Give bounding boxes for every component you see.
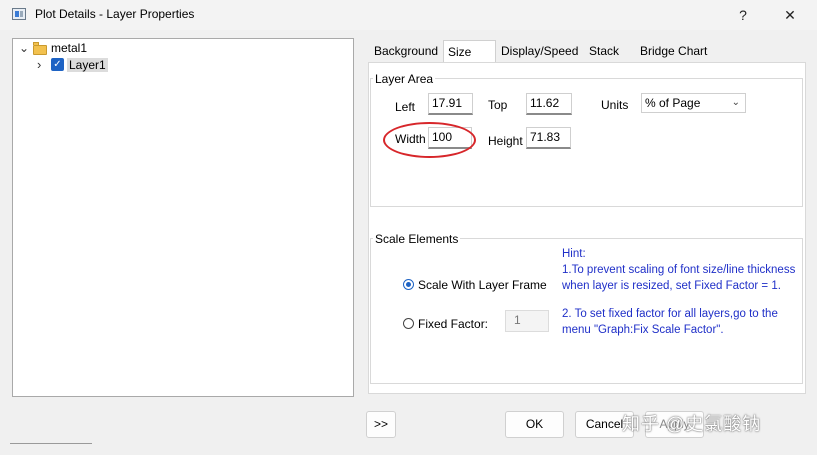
watermark-text: 知乎 @史氯酸钠 [622, 414, 762, 434]
annotation-ring [383, 122, 476, 158]
left-label: Left [395, 100, 416, 114]
window-title: Plot Details - Layer Properties [35, 7, 195, 21]
left-input[interactable]: 17.91 [428, 93, 473, 115]
hint-line-1: 1.To prevent scaling of font size/line t… [562, 264, 796, 292]
top-label: Top [488, 98, 508, 112]
tree-root-label[interactable]: metal1 [51, 41, 87, 55]
plot-details-dialog: Plot Details - Layer Properties ? ✕ ⌄ me… [0, 0, 817, 455]
tab-bridge-chart[interactable]: Bridge Chart [636, 40, 711, 62]
help-button[interactable]: ? [730, 3, 756, 27]
chevron-down-icon: ⌄ [731, 97, 740, 108]
units-label: Units [601, 98, 629, 112]
layer-area-label: Layer Area [373, 72, 436, 86]
folder-icon [33, 42, 47, 55]
child-expand-icon[interactable]: › [37, 57, 41, 72]
height-label: Height [488, 134, 523, 148]
units-select[interactable]: % of Page ⌄ [641, 93, 746, 113]
fixed-factor-input[interactable]: 1 [505, 310, 549, 332]
fixed-factor-radio[interactable] [403, 318, 414, 329]
units-value: % of Page [645, 96, 701, 110]
root-expand-icon[interactable]: ⌄ [19, 41, 29, 55]
hint-box: Hint: 1.To prevent scaling of font size/… [562, 246, 800, 366]
layer-tree[interactable]: ⌄ metal1 › ✓ Layer1 [12, 38, 354, 397]
hint-line-2: 2. To set fixed factor for all layers,go… [562, 308, 778, 336]
height-input[interactable]: 71.83 [526, 127, 571, 149]
tab-stack[interactable]: Stack [585, 40, 623, 62]
tab-display-speed[interactable]: Display/Speed [497, 40, 582, 62]
title-bar: Plot Details - Layer Properties ? ✕ [0, 0, 817, 30]
top-input[interactable]: 11.62 [526, 93, 572, 115]
tree-child-label[interactable]: Layer1 [67, 58, 108, 72]
tab-background[interactable]: Background [370, 40, 442, 62]
layer-checkbox-icon[interactable]: ✓ [51, 58, 64, 71]
expand-button[interactable]: >> [366, 411, 396, 438]
close-button[interactable]: ✕ [777, 3, 803, 27]
fixed-factor-label[interactable]: Fixed Factor: [418, 317, 488, 331]
bottom-divider [10, 443, 92, 444]
ok-button[interactable]: OK [505, 411, 564, 438]
tab-size[interactable]: Size [443, 40, 496, 62]
scale-with-layer-frame-label[interactable]: Scale With Layer Frame [418, 278, 547, 292]
scale-with-layer-frame-radio[interactable] [403, 279, 414, 290]
scale-elements-label: Scale Elements [373, 232, 461, 246]
hint-title: Hint: [562, 248, 586, 260]
app-icon [12, 8, 26, 20]
